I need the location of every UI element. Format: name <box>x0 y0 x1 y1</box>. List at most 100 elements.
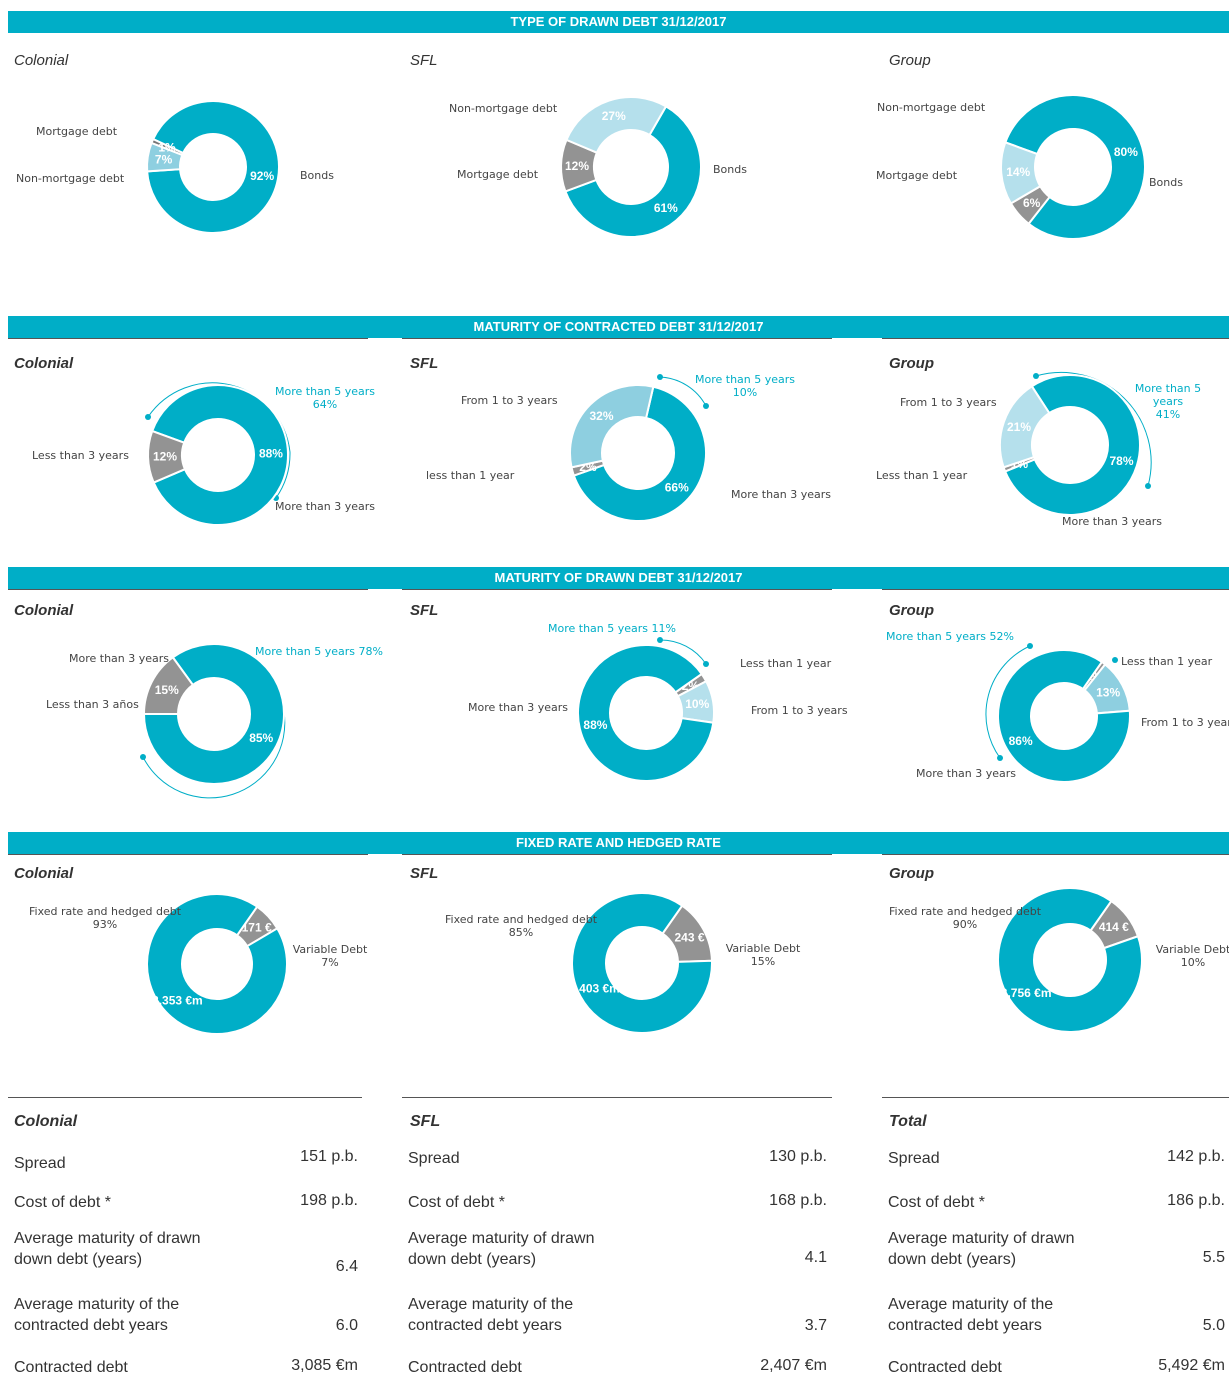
donut-value-label: 32% <box>589 409 613 423</box>
leader-dot <box>1033 373 1039 379</box>
donut-value-label: 27% <box>602 109 626 123</box>
donut-value-label: 3,756 €m <box>1001 986 1052 1000</box>
stat-spread-label: Spread <box>888 1150 940 1167</box>
label-fixed-rate-debt: Fixed rate and hedged debt 85% <box>444 913 598 939</box>
donut-value-label: 66% <box>665 481 689 495</box>
label-mortgage-debt: Mortgage debt <box>876 169 958 182</box>
stat-drawn-value: 4.1 <box>804 1249 827 1266</box>
donut-value-label: 7% <box>155 152 173 166</box>
stat-contracted-label: Average maturity of the contracted debt y… <box>14 1296 180 1334</box>
stat-cost-value: 186 p.b. <box>1167 1192 1225 1209</box>
donut-value-label: 1% <box>158 140 176 154</box>
label-more-than-5-years: More than 5 years 52% <box>886 630 1014 643</box>
label-from-1-to-3-years: From 1 to 3 years <box>751 704 848 717</box>
stat-contracted-value: 6.0 <box>335 1317 358 1334</box>
stat-drawn-value: 6.4 <box>335 1258 358 1275</box>
stat-drawn-label: Average maturity of drawn down debt (year… <box>888 1230 1075 1268</box>
label-more-than-5-years: More than 5 years 41% <box>1134 382 1202 421</box>
label-less-than-3-anos: Less than 3 años <box>46 698 139 711</box>
donut-value-label: 14% <box>1006 165 1030 179</box>
donut-value-label: 61% <box>654 201 678 215</box>
stat-spread-value: 142 p.b. <box>1167 1148 1225 1165</box>
label-fixed-rate-debt: Fixed rate and hedged debt 90% <box>888 905 1042 931</box>
label-more-than-3-years: More than 3 years <box>916 767 1017 780</box>
label-variable-debt: Variable Debt 7% <box>292 943 368 969</box>
label-non-mortgage-debt: Non-mortgage debt <box>16 172 125 185</box>
stat-cost-label: Cost of debt * <box>408 1194 505 1211</box>
stat-spread-value: 151 p.b. <box>300 1148 358 1165</box>
label-variable-debt: Variable Debt 10% <box>1155 943 1229 969</box>
donut-slice-from-1-to-3-years <box>569 384 655 469</box>
divider <box>882 1097 1229 1098</box>
donut-value-label: 86% <box>1009 734 1033 748</box>
donut-value-label: 6% <box>1023 196 1041 210</box>
stat-cost-label: Cost of debt * <box>14 1194 111 1211</box>
label-variable-debt: Variable Debt 15% <box>725 942 801 968</box>
stat-drawn-value: 5.5 <box>1202 1249 1225 1266</box>
stat-contracted-label: Average maturity of the contracted debt y… <box>408 1296 574 1334</box>
label-more-than-5-years: More than 5 years 10% <box>694 373 796 399</box>
label-less-than-1-year: Less than 1 year <box>876 469 968 482</box>
label-from-1-to-3-years: From 1 to 3 years <box>1141 716 1229 729</box>
divider <box>8 1097 362 1098</box>
stat-contracted-debt-value: 2,407 €m <box>760 1357 827 1374</box>
donut-value-label: 414 € <box>1099 920 1129 934</box>
label-mortgage-debt: Mortgage debt <box>36 125 118 138</box>
stats-title-colonial: Colonial <box>14 1113 78 1130</box>
stat-drawn-label: Average maturity of drawn down debt (year… <box>408 1230 595 1268</box>
stat-drawn-label: Average maturity of drawn down debt (year… <box>14 1230 201 1268</box>
leader-dot <box>997 755 1003 761</box>
stat-contracted-debt-label: Contracted debt <box>14 1359 128 1376</box>
donut-value-label: 12% <box>565 159 589 173</box>
label-from-1-to-3-years: From 1 to 3 years <box>461 394 558 407</box>
leader-dot <box>140 754 146 760</box>
leader-dot <box>1027 643 1033 649</box>
stats-title-sfl: SFL <box>410 1113 441 1130</box>
stat-contracted-debt-value: 5,492 €m <box>1158 1357 1225 1374</box>
donut-value-label: 21% <box>1007 420 1031 434</box>
leader-dot <box>145 414 151 420</box>
label-more-than-3-years: More than 3 years <box>69 652 170 665</box>
label-non-mortgage-debt: Non-mortgage debt <box>877 101 986 114</box>
stat-contracted-debt-label: Contracted debt <box>408 1359 522 1376</box>
leader-dot <box>703 403 709 409</box>
donut-value-label: 13% <box>1096 686 1120 700</box>
leader-dot <box>657 374 663 380</box>
label-mortgage-debt: Mortgage debt <box>457 168 539 181</box>
label-more-than-3-years: More than 3 years <box>1062 515 1163 528</box>
leader-dot <box>657 637 663 643</box>
stat-contracted-label: Average maturity of the contracted debt y… <box>888 1296 1054 1334</box>
label-bonds: Bonds <box>713 163 747 176</box>
label-bonds: Bonds <box>1149 176 1183 189</box>
donut-value-label: 10% <box>685 697 709 711</box>
leader-dot <box>1145 483 1151 489</box>
stat-spread-label: Spread <box>408 1150 460 1167</box>
donut-value-label: 88% <box>583 718 607 732</box>
leader-dot <box>1112 657 1118 663</box>
donut-value-label: 92% <box>250 169 274 183</box>
donut-value-label: 2,353 €m <box>152 994 203 1008</box>
label-non-mortgage-debt: Non-mortgage debt <box>449 102 558 115</box>
label-less-than-1-year: less than 1 year <box>426 469 515 482</box>
donut-value-label: 80% <box>1114 145 1138 159</box>
label-from-1-to-3-years: From 1 to 3 years <box>900 396 997 409</box>
donut-value-label: 12% <box>153 449 177 463</box>
stat-contracted-debt-value: 3,085 €m <box>291 1357 358 1374</box>
stats-title-total: Total <box>889 1113 927 1130</box>
stat-contracted-value: 3.7 <box>804 1317 827 1334</box>
stat-contracted-value: 5.0 <box>1202 1317 1225 1334</box>
donut-value-label: 78% <box>1110 454 1134 468</box>
stat-spread-label: Spread <box>14 1155 66 1172</box>
stat-cost-value: 198 p.b. <box>300 1192 358 1209</box>
divider <box>402 1097 832 1098</box>
donut-value-label: 88% <box>259 447 283 461</box>
label-less-than-3-years: Less than 3 years <box>32 449 129 462</box>
stat-cost-value: 168 p.b. <box>769 1192 827 1209</box>
donut-slice-non-mortgage-debt <box>565 96 668 154</box>
label-more-than-5-years: More than 5 years 11% <box>548 622 676 635</box>
label-more-than-5-years: More than 5 years 64% <box>274 385 376 411</box>
label-more-than-3-years: More than 3 years <box>731 488 832 501</box>
label-less-than-1-year: Less than 1 year <box>1121 655 1213 668</box>
donut-value-label: 85% <box>249 731 273 745</box>
donut-value-label: 15% <box>155 683 179 697</box>
